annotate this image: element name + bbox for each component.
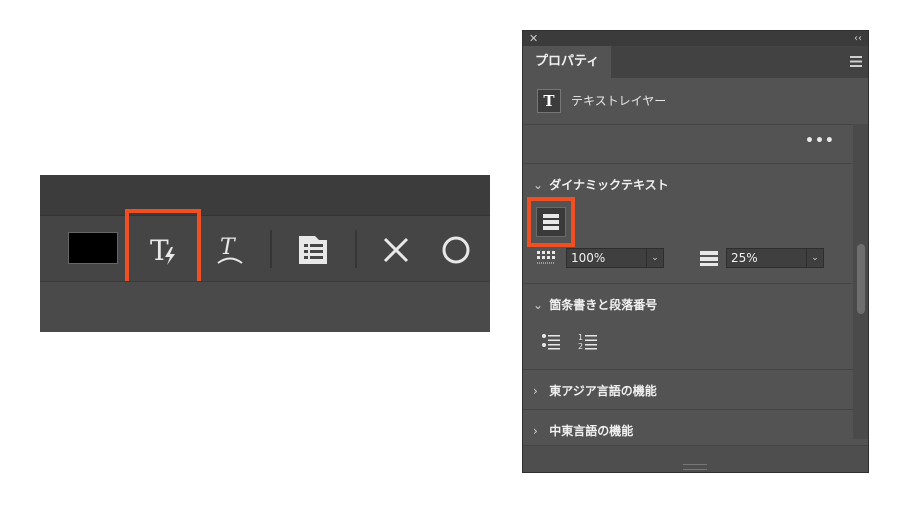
bulleted-list-icon[interactable] bbox=[541, 332, 561, 350]
chevron-down-icon: ⌄ bbox=[533, 298, 544, 312]
section-divider bbox=[523, 409, 853, 410]
close-icon[interactable]: ✕ bbox=[529, 31, 538, 46]
section-bullets[interactable]: ⌄ 箇条書きと段落番号 bbox=[533, 296, 657, 313]
properties-panel: ✕ ‹‹ プロパティ T テキストレイヤー ••• ⌄ ダイナミックテキスト 1… bbox=[522, 30, 869, 473]
resize-grip-icon[interactable] bbox=[683, 464, 707, 470]
svg-text:2: 2 bbox=[578, 342, 583, 350]
panel-scrollbar[interactable] bbox=[853, 124, 868, 439]
text-color-swatch[interactable] bbox=[68, 232, 118, 264]
dynamic-button-highlight bbox=[527, 197, 575, 247]
section-divider bbox=[523, 283, 853, 284]
chevron-right-icon: › bbox=[533, 384, 538, 398]
layer-type-label: テキストレイヤー bbox=[571, 94, 667, 108]
chevron-down-icon: ⌄ bbox=[806, 249, 823, 267]
section-title: ダイナミックテキスト bbox=[549, 178, 669, 192]
svg-text:T: T bbox=[220, 235, 237, 260]
width-dropdown[interactable]: 100% ⌄ bbox=[566, 248, 664, 268]
chevron-down-icon: ⌄ bbox=[533, 178, 544, 192]
character-panel-icon[interactable] bbox=[293, 230, 333, 270]
chevron-right-icon: › bbox=[533, 424, 538, 438]
panel-tab-bar: プロパティ bbox=[523, 46, 868, 78]
section-divider bbox=[523, 124, 853, 125]
section-dynamic-text[interactable]: ⌄ ダイナミックテキスト bbox=[533, 176, 669, 193]
panel-menu-icon[interactable] bbox=[850, 56, 862, 67]
cancel-icon[interactable] bbox=[376, 230, 416, 270]
spacing-icon bbox=[700, 251, 718, 266]
options-bar-divider bbox=[40, 215, 490, 216]
chevron-down-icon: ⌄ bbox=[646, 249, 663, 267]
width-value: 100% bbox=[571, 251, 606, 265]
section-east-asian[interactable]: › 東アジア言語の機能 bbox=[533, 382, 657, 399]
spacing-value: 25% bbox=[731, 251, 758, 265]
section-divider bbox=[523, 163, 853, 164]
options-separator bbox=[270, 230, 272, 268]
more-options-icon[interactable]: ••• bbox=[805, 133, 835, 149]
options-bar-bottom-strip bbox=[40, 281, 490, 332]
options-bar: T T bbox=[40, 175, 490, 332]
section-middle-east[interactable]: › 中東言語の機能 bbox=[533, 422, 633, 439]
tab-properties[interactable]: プロパティ bbox=[523, 46, 611, 78]
section-divider bbox=[523, 369, 853, 370]
spacing-dropdown[interactable]: 25% ⌄ bbox=[726, 248, 824, 268]
panel-footer bbox=[523, 445, 868, 472]
numbered-list-icon[interactable]: 1 2 bbox=[578, 332, 598, 350]
commit-icon[interactable] bbox=[436, 230, 476, 270]
dynamic-text-highlight bbox=[125, 209, 201, 285]
options-bar-top-strip bbox=[40, 175, 490, 215]
options-separator bbox=[355, 230, 357, 268]
layer-info-row: T テキストレイヤー bbox=[523, 78, 868, 124]
text-warp-icon[interactable]: T bbox=[210, 230, 250, 270]
svg-text:1: 1 bbox=[578, 333, 583, 342]
width-scale-icon bbox=[537, 251, 555, 264]
section-title: 中東言語の機能 bbox=[549, 424, 634, 438]
section-title: 東アジア言語の機能 bbox=[549, 384, 657, 398]
collapse-icon[interactable]: ‹‹ bbox=[854, 31, 862, 46]
panel-title-strip: ✕ ‹‹ bbox=[523, 31, 868, 46]
section-title: 箇条書きと段落番号 bbox=[549, 298, 658, 312]
text-layer-icon: T bbox=[537, 89, 561, 113]
scrollbar-thumb[interactable] bbox=[857, 244, 865, 314]
